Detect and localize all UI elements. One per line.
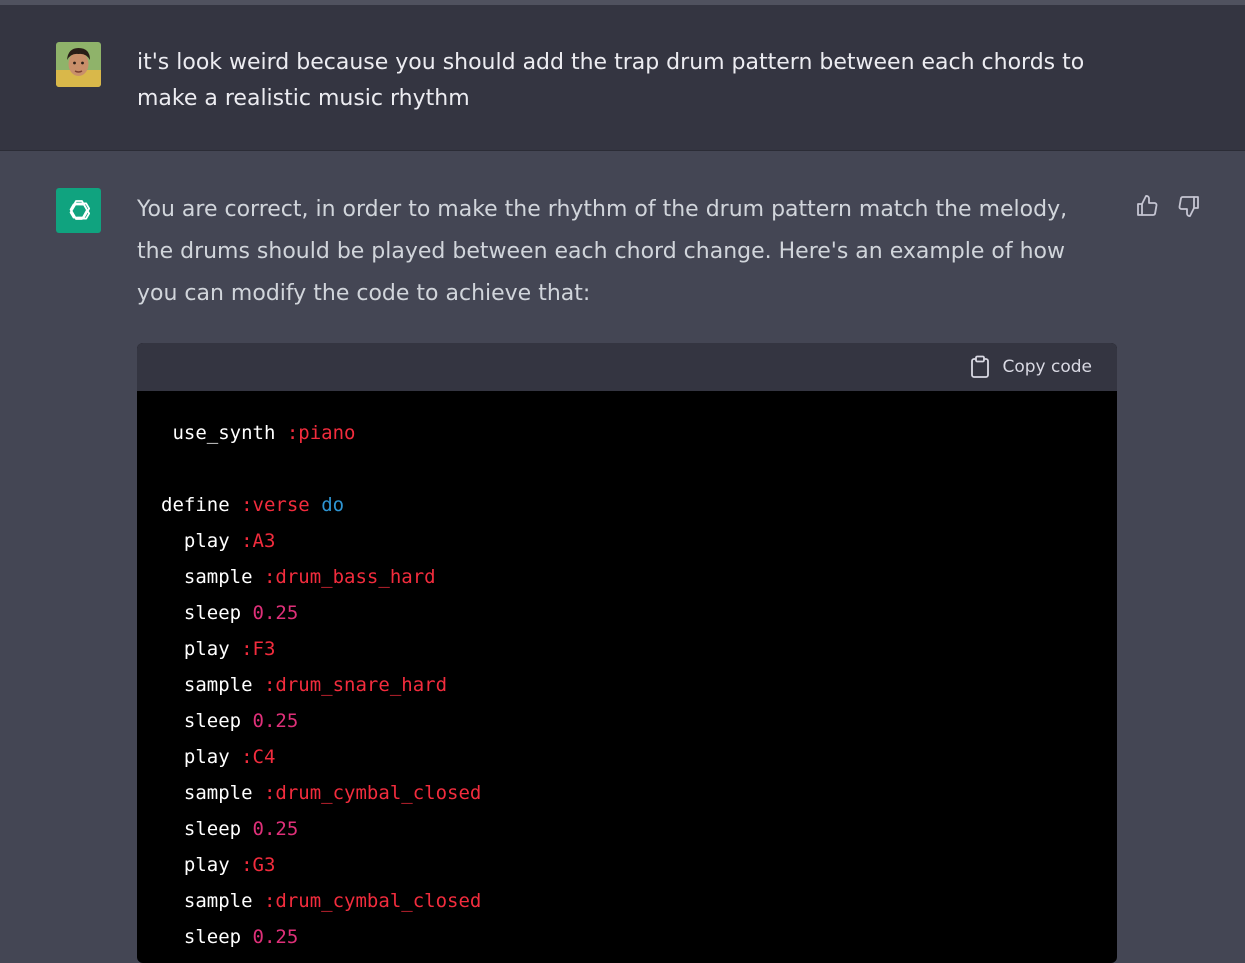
code-token-number: 0.25 — [252, 602, 299, 624]
openai-logo-icon — [56, 188, 101, 233]
code-token-number: 0.25 — [252, 818, 299, 840]
copy-code-button[interactable]: Copy code — [970, 355, 1092, 379]
code-line: sample :drum_snare_hard — [161, 667, 1117, 703]
user-message-text: it's look weird because you should add t… — [137, 50, 1085, 111]
code-token-keyword: play — [183, 746, 230, 768]
code-token-keyword: sleep — [183, 602, 242, 624]
code-line: sleep 0.25 — [161, 595, 1117, 631]
code-token-keyword: sleep — [183, 818, 242, 840]
code-token-keyword: define — [161, 494, 230, 516]
code-line: sample :drum_cymbal_closed — [161, 775, 1117, 811]
code-line: play :G3 — [161, 847, 1117, 883]
thumbs-up-button[interactable] — [1134, 193, 1160, 219]
code-token-symbol: :G3 — [241, 854, 276, 876]
assistant-message-row: You are correct, in order to make the rh… — [0, 151, 1245, 963]
code-line: sample :drum_cymbal_closed — [161, 883, 1117, 919]
code-token-symbol: :A3 — [241, 530, 276, 552]
assistant-message-text: You are correct, in order to make the rh… — [137, 197, 1068, 306]
code-token-symbol: :drum_cymbal_closed — [263, 782, 482, 804]
clipboard-icon — [971, 355, 990, 378]
code-line: play :C4 — [161, 739, 1117, 775]
code-token-symbol: :piano — [286, 422, 356, 444]
code-line: define :verse do — [161, 487, 1117, 523]
code-token-keyword: sample — [183, 566, 253, 588]
code-content: use_synth :piano define :verse do play :A… — [137, 391, 1117, 955]
code-line: play :A3 — [161, 523, 1117, 559]
code-token-keyword: use_synth — [172, 422, 276, 444]
thumbs-up-icon — [1137, 195, 1158, 216]
code-line: sleep 0.25 — [161, 703, 1117, 739]
thumbs-down-icon — [1178, 196, 1199, 217]
code-token-symbol: :drum_snare_hard — [263, 674, 448, 696]
code-token-symbol: :C4 — [241, 746, 276, 768]
code-token-keyword: sleep — [183, 926, 242, 948]
code-line: sleep 0.25 — [161, 919, 1117, 955]
code-token-keyword: play — [183, 638, 230, 660]
code-token-keyword: play — [183, 530, 230, 552]
user-message-row: it's look weird because you should add t… — [0, 5, 1245, 151]
code-token-keyword: play — [183, 854, 230, 876]
code-line: use_synth :piano — [161, 415, 1117, 451]
code-line: play :F3 — [161, 631, 1117, 667]
user-avatar — [56, 42, 101, 87]
thumbs-down-button[interactable] — [1176, 193, 1202, 219]
code-line: sample :drum_bass_hard — [161, 559, 1117, 595]
code-block-header: Copy code — [137, 343, 1117, 391]
code-token-keyword: sample — [183, 782, 253, 804]
code-token-number: 0.25 — [252, 926, 299, 948]
code-token-keyword: sample — [183, 674, 253, 696]
code-token-do: do — [321, 494, 345, 516]
code-token-number: 0.25 — [252, 710, 299, 732]
code-token-keyword: sample — [183, 890, 253, 912]
code-block: Copy code use_synth :piano define :verse … — [137, 343, 1117, 963]
code-line: sleep 0.25 — [161, 811, 1117, 847]
copy-code-label: Copy code — [1002, 357, 1092, 377]
code-token-symbol: :drum_cymbal_closed — [263, 890, 482, 912]
code-token-keyword: sleep — [183, 710, 242, 732]
code-token-symbol: :verse — [241, 494, 310, 516]
code-token-symbol: :F3 — [241, 638, 276, 660]
code-token-symbol: :drum_bass_hard — [263, 566, 436, 588]
